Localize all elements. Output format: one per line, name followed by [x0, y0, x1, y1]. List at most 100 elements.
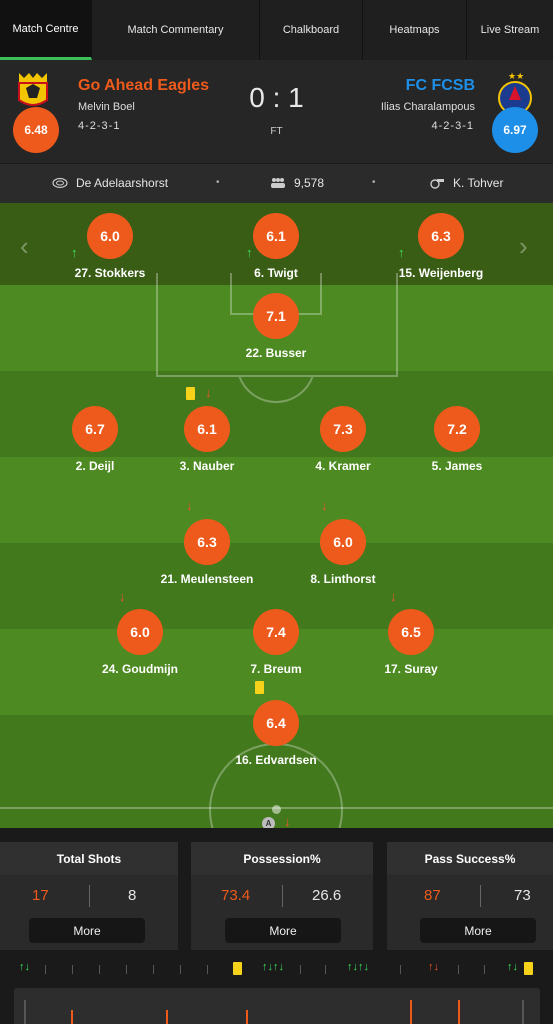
stat-divider — [480, 885, 481, 907]
player-rating: 7.1 — [253, 293, 299, 339]
yellow-card-icon[interactable] — [524, 962, 533, 975]
prev-arrow-icon[interactable]: ‹ — [20, 231, 29, 262]
player-striker[interactable]: 6.4 16. Edvardsen — [216, 700, 336, 767]
player-rating: 6.5 — [388, 609, 434, 655]
match-timeline: ↑↓ ↑↓↑↓ ↑↓↑↓ ↑↓ ↑↓ — [0, 950, 553, 1024]
sub-in-icon: ↑ — [398, 245, 405, 260]
player-attacking-midfielder[interactable]: 6.0 24. Goudmijn — [80, 609, 200, 676]
sub-out-icon: ↓ — [119, 589, 126, 604]
timeline-tick — [458, 965, 459, 974]
player-rating: 6.3 — [184, 519, 230, 565]
player-name: 24. Goudmijn — [101, 662, 178, 676]
stadium-name: De Adelaarshorst — [76, 176, 169, 190]
player-defender[interactable]: 7.3 4. Kramer — [283, 406, 403, 473]
match-header: 6.48 Go Ahead Eagles Melvin Boel 4-2-3-1… — [0, 60, 553, 163]
timeline-tick — [300, 965, 301, 974]
timeline-event-marker — [166, 1010, 168, 1024]
referee-info: K. Tohver — [429, 176, 503, 190]
player-name: 4. Kramer — [315, 459, 371, 473]
stat-home-value: 73.4 — [221, 887, 251, 904]
player-name: 7. Breum — [250, 662, 302, 676]
referee-name: K. Tohver — [453, 176, 504, 190]
tab-heatmaps[interactable]: Heatmaps — [363, 0, 467, 60]
timeline-start-marker — [24, 1000, 26, 1024]
separator-dot: • — [216, 177, 220, 188]
timeline-tick — [99, 965, 100, 974]
player-rating: 6.1 — [253, 213, 299, 259]
away-manager: Ilias Charalampous — [380, 101, 475, 113]
player-attacking-midfielder[interactable]: 7.4 7. Breum — [216, 609, 336, 676]
sub-event-icon[interactable]: ↑↓↑↓ — [347, 961, 369, 973]
timeline-tick — [126, 965, 127, 974]
separator-dot: • — [372, 177, 376, 188]
player-name: 2. Deijl — [75, 459, 115, 473]
timeline-tick — [207, 965, 208, 974]
more-button[interactable]: More — [29, 918, 145, 943]
sub-event-icon[interactable]: ↑↓ — [507, 961, 518, 973]
attendance-info: 9,578 — [270, 176, 324, 190]
svg-text:★★: ★★ — [508, 71, 524, 81]
sub-in-icon: ↑ — [246, 245, 253, 260]
stat-values: 17 8 — [0, 875, 178, 919]
yellow-card-icon[interactable] — [233, 962, 242, 975]
stat-away-value: 26.6 — [312, 887, 342, 904]
player-midfielder[interactable]: 6.0 8. Linthorst — [283, 519, 403, 586]
player-attacking-midfielder[interactable]: 6.5 17. Suray — [351, 609, 471, 676]
more-button[interactable]: More — [225, 918, 341, 943]
player-name: 27. Stokkers — [74, 266, 146, 280]
player-sub[interactable]: 6.1 6. Twigt — [216, 213, 336, 280]
timeline-tick — [484, 965, 485, 974]
player-goalkeeper[interactable]: 7.1 22. Busser — [216, 293, 336, 360]
tab-match-commentary[interactable]: Match Commentary — [92, 0, 260, 60]
player-rating: 6.0 — [320, 519, 366, 565]
timeline-event-marker — [458, 1000, 460, 1024]
away-team-name[interactable]: FC FCSB — [406, 77, 475, 95]
match-info-bar: De Adelaarshorst • 9,578 • K. Tohver — [0, 163, 553, 203]
tab-chalkboard[interactable]: Chalkboard — [260, 0, 363, 60]
player-defender[interactable]: 6.7 2. Deijl — [35, 406, 155, 473]
timeline-event-marker — [410, 1000, 412, 1024]
stat-away-value: 8 — [128, 887, 137, 904]
player-rating: 7.2 — [434, 406, 480, 452]
timeline-tick — [72, 965, 73, 974]
stadium-icon — [52, 177, 68, 189]
stat-card-possession: Possession% 73.4 26.6 More — [191, 842, 373, 950]
player-rating: 7.3 — [320, 406, 366, 452]
stat-divider — [89, 885, 90, 907]
stat-title: Possession% — [191, 842, 373, 875]
yellow-card-icon — [186, 387, 195, 400]
timeline-tick — [45, 965, 46, 974]
stats-section: Total Shots 17 8 More Possession% 73.4 2… — [0, 828, 553, 950]
player-name: 17. Suray — [384, 662, 438, 676]
timeline-tick — [400, 965, 401, 974]
player-name: 6. Twigt — [254, 266, 298, 280]
timeline-event-marker — [71, 1010, 73, 1024]
sub-out-icon: ↓ — [205, 385, 212, 400]
sub-event-icon[interactable]: ↑↓ — [428, 961, 439, 973]
whistle-icon — [430, 179, 444, 189]
stat-home-value: 17 — [32, 887, 49, 904]
timeline-event-marker — [246, 1010, 248, 1024]
stat-divider — [282, 885, 283, 907]
stat-values: 87 73 — [387, 875, 553, 919]
timeline-bar[interactable] — [14, 988, 540, 1024]
player-sub[interactable]: 6.0 27. Stokkers — [50, 213, 170, 280]
sub-event-icon[interactable]: ↑↓↑↓ — [262, 961, 284, 973]
player-name: 8. Linthorst — [310, 572, 376, 586]
player-defender[interactable]: 6.1 3. Nauber — [147, 406, 267, 473]
timeline-tick — [325, 965, 326, 974]
more-button[interactable]: More — [420, 918, 536, 943]
tab-live-stream[interactable]: Live Stream — [467, 0, 553, 60]
player-defender[interactable]: 7.2 5. James — [397, 406, 517, 473]
player-rating: 6.0 — [87, 213, 133, 259]
tab-match-centre[interactable]: Match Centre — [0, 0, 92, 60]
player-midfielder[interactable]: 6.3 21. Meulensteen — [147, 519, 267, 586]
player-rating: 6.7 — [72, 406, 118, 452]
timeline-tick — [153, 965, 154, 974]
sub-event-icon[interactable]: ↑↓ — [19, 961, 30, 973]
timeline-tick — [180, 965, 181, 974]
player-name: 22. Busser — [245, 346, 307, 360]
yellow-card-icon — [255, 681, 264, 694]
next-arrow-icon[interactable]: › — [519, 231, 528, 262]
player-rating: 6.0 — [117, 609, 163, 655]
